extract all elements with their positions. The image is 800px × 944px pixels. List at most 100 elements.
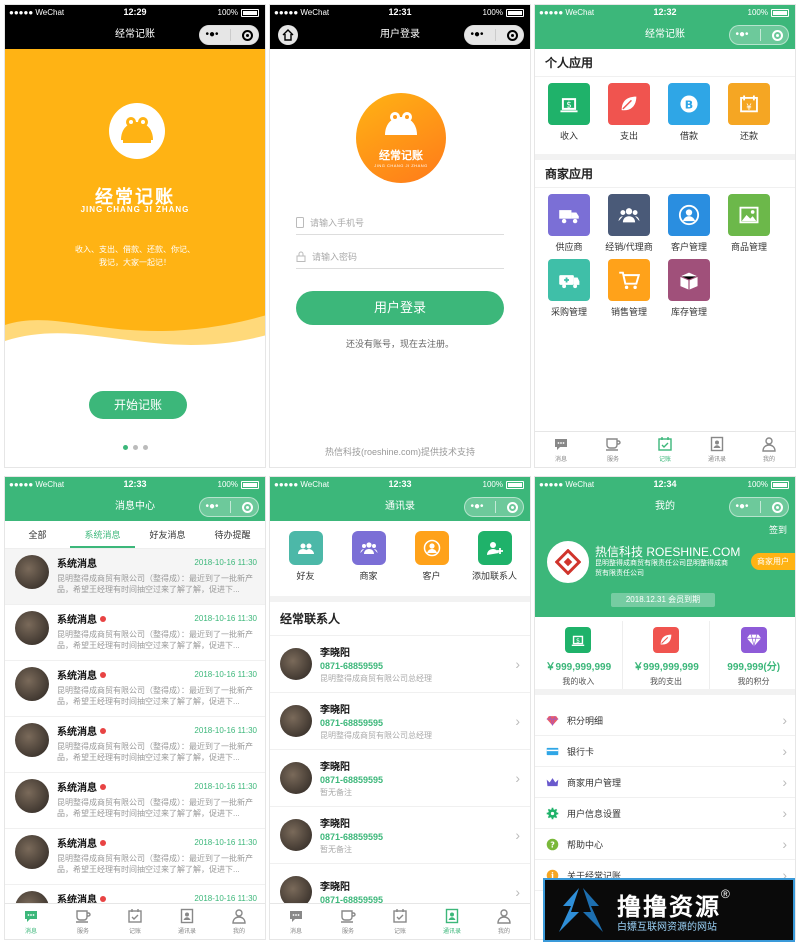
message-item[interactable]: 系统消息 2018-10-16 11:30 昆明整得成商贸有限公司（整得成）：最近到…	[5, 829, 265, 885]
message-tab[interactable]: 系统消息	[70, 521, 135, 548]
message-item[interactable]: 系统消息 2018-10-16 11:30 昆明整得成商贸有限公司（整得成）：最近到…	[5, 605, 265, 661]
app-group[interactable]: 经销/代理商	[599, 194, 659, 253]
home-button[interactable]	[278, 25, 298, 45]
contact-item[interactable]: 李晓阳 0871-68859595 暂无备注 ›	[270, 750, 530, 807]
sign-in-button[interactable]: 签到	[769, 523, 787, 536]
app-label: 添加联系人	[471, 571, 517, 581]
chevron-right-icon: ›	[782, 805, 787, 821]
app-leaf[interactable]: 支出	[599, 83, 659, 142]
mini-program-capsule[interactable]: •●•	[464, 497, 524, 517]
app-truck[interactable]: 供应商	[539, 194, 599, 253]
menu-item[interactable]: 银行卡 ›	[535, 736, 795, 767]
app-friends[interactable]: 好友	[274, 531, 337, 582]
app-label: 收入	[559, 131, 578, 141]
app-image[interactable]: 商品管理	[719, 194, 779, 253]
gear-icon	[546, 807, 558, 819]
tab-bookkeeping[interactable]: 记账	[639, 432, 691, 467]
menu-item[interactable]: 商家用户管理 ›	[535, 767, 795, 798]
tab-profile[interactable]: 我的	[213, 904, 265, 939]
app-cart[interactable]: 销售管理	[599, 259, 659, 318]
app-money[interactable]: $ 收入	[539, 83, 599, 142]
message-tab[interactable]: 全部	[5, 521, 70, 548]
mini-program-capsule[interactable]: •●•	[729, 25, 789, 45]
mini-program-capsule[interactable]: •●•	[199, 497, 259, 517]
unread-dot	[100, 727, 106, 734]
app-bitcoin[interactable]: B 借款	[659, 83, 719, 142]
tab-messages[interactable]: 消息	[270, 904, 322, 939]
message-item[interactable]: 系统消息 2018-10-16 11:30 昆明整得成商贸有限公司（整得成）：最近到…	[5, 773, 265, 829]
pager-dots	[5, 445, 265, 450]
lock-icon	[296, 251, 306, 262]
leaf-icon	[621, 96, 637, 111]
mini-program-capsule[interactable]: •●•	[464, 25, 524, 45]
more-icon: •●•	[470, 501, 484, 512]
contact-note: 暂无备注	[320, 788, 352, 797]
merchant-badge[interactable]: 商家用户	[751, 553, 795, 570]
tab-messages[interactable]: 消息	[5, 904, 57, 939]
contact-phone: 0871-68859595	[320, 775, 384, 785]
stat-item[interactable]: ￥999,999,999 我的支出	[623, 621, 711, 689]
user-icon	[423, 539, 440, 557]
message-item[interactable]: 系统消息 2018-10-16 11:30 昆明整得成商贸有限公司（整得成）：最近到…	[5, 661, 265, 717]
contact-item[interactable]: 李晓阳 0871-68859595 暂无备注 ›	[270, 807, 530, 864]
message-time: 2018-10-16 11:30	[194, 670, 257, 679]
tab-bookkeeping[interactable]: 记账	[109, 904, 161, 939]
tab-services[interactable]: 服务	[57, 904, 109, 939]
mini-program-capsule[interactable]: •●•	[199, 25, 259, 45]
menu-item[interactable]: 积分明细 ›	[535, 705, 795, 736]
app-label: 商品管理	[730, 242, 767, 252]
tab-bookkeeping[interactable]: 记账	[374, 904, 426, 939]
avatar	[280, 705, 312, 737]
app-group[interactable]: 商家	[337, 531, 400, 582]
app-add-user[interactable]: 添加联系人	[463, 531, 526, 582]
tab-profile[interactable]: 我的	[743, 432, 795, 467]
login-screen: ●●●●● WeChat 12:31 100% 用户登录 •●• 经常记账 JI…	[269, 4, 531, 468]
tab-profile[interactable]: 我的	[478, 904, 530, 939]
profile-icon	[232, 909, 246, 924]
message-tab[interactable]: 待办提醒	[200, 521, 265, 548]
tab-services[interactable]: 服务	[587, 432, 639, 467]
watermark-subtitle: 白嫖互联网资源的网站	[617, 922, 717, 933]
contact-note: 昆明整得成商贸有限公司总经理	[320, 674, 432, 683]
group-icon	[360, 542, 377, 554]
tab-contacts[interactable]: 通讯录	[426, 904, 478, 939]
tab-contacts[interactable]: 通讯录	[161, 904, 213, 939]
app-calendar-yen[interactable]: ¥ 还款	[719, 83, 779, 142]
contact-item[interactable]: 李晓阳 0871-68859595 昆明整得成商贸有限公司总经理 ›	[270, 636, 530, 693]
app-ambulance[interactable]: 采购管理	[539, 259, 599, 318]
message-item[interactable]: 系统消息 2018-10-16 11:30 昆明整得成商贸有限公司（整得成）：最近到…	[5, 549, 265, 605]
messages-screen: ●●●●● WeChat 12:33 100% 消息中心 •●• 全部 系统消息好…	[4, 476, 266, 940]
app-logo	[109, 103, 165, 159]
chevron-right-icon: ›	[515, 656, 520, 672]
mini-program-capsule[interactable]: •●•	[729, 497, 789, 517]
message-item[interactable]: 系统消息 2018-10-16 11:30 昆明整得成商贸有限公司（整得成）：最近到…	[5, 717, 265, 773]
menu-label: 银行卡	[567, 746, 595, 757]
tab-messages[interactable]: 消息	[535, 432, 587, 467]
diamond-logo-icon	[555, 549, 581, 575]
stat-item[interactable]: 999,999(分) 我的积分	[710, 621, 795, 689]
services-icon	[606, 438, 621, 451]
avatar	[280, 762, 312, 794]
message-tab[interactable]: 好友消息	[135, 521, 200, 548]
menu-item[interactable]: ? 帮助中心 ›	[535, 829, 795, 860]
message-list: 系统消息 2018-10-16 11:30 昆明整得成商贸有限公司（整得成）：最近到…	[5, 549, 265, 939]
bookkeeping-icon	[128, 909, 142, 923]
app-label: 采购管理	[550, 307, 587, 317]
stat-item[interactable]: $ ￥999,999,999 我的收入	[535, 621, 623, 689]
tab-services[interactable]: 服务	[322, 904, 374, 939]
login-button[interactable]: 用户登录	[296, 291, 504, 325]
nav-bar: 用户登录 •●•	[270, 21, 530, 49]
app-logo: 经常记账 JING CHANG JI ZHANG	[356, 93, 446, 183]
message-time: 2018-10-16 11:30	[194, 558, 257, 567]
contact-name: 李晓阳	[320, 819, 350, 830]
contact-item[interactable]: 李晓阳 0871-68859595 昆明整得成商贸有限公司总经理 ›	[270, 693, 530, 750]
start-button[interactable]: 开始记账	[89, 391, 187, 419]
register-link[interactable]: 还没有账号，现在去注册。	[270, 337, 530, 350]
app-box[interactable]: 库存管理	[659, 259, 719, 318]
app-user[interactable]: 客户	[400, 531, 463, 582]
menu-item[interactable]: 用户信息设置 ›	[535, 798, 795, 829]
phone-field[interactable]: 请输入手机号	[296, 211, 504, 235]
app-user[interactable]: 客户管理	[659, 194, 719, 253]
tab-contacts[interactable]: 通讯录	[691, 432, 743, 467]
password-field[interactable]: 请输入密码	[296, 245, 504, 269]
